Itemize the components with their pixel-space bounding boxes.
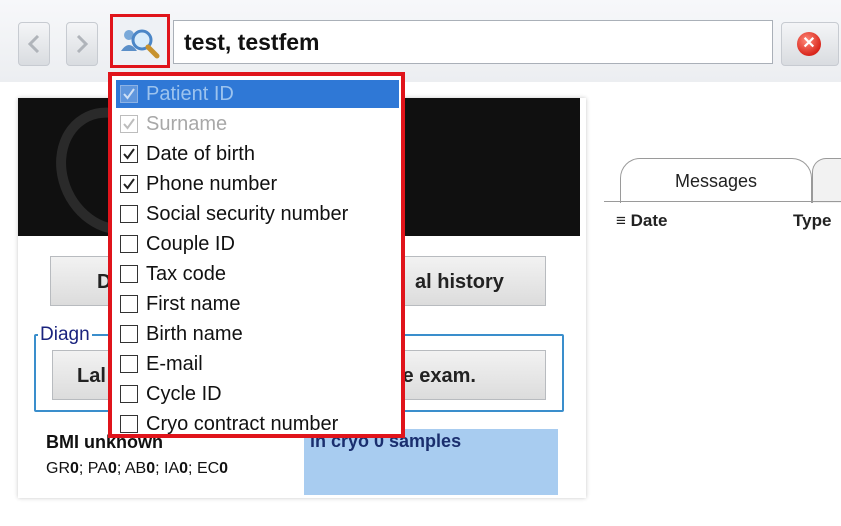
forward-button[interactable] xyxy=(66,22,98,66)
tab-next[interactable] xyxy=(812,158,841,203)
search-input[interactable]: test, testfem xyxy=(173,20,773,64)
checkbox-icon[interactable] xyxy=(120,415,138,433)
checkbox-icon[interactable] xyxy=(120,265,138,283)
search-field-option-label: Cycle ID xyxy=(146,383,222,405)
checkbox-icon[interactable] xyxy=(120,295,138,313)
search-field-option[interactable]: Cycle ID xyxy=(112,380,401,410)
tab-messages[interactable]: Messages xyxy=(620,158,812,203)
search-field-option-label: Tax code xyxy=(146,263,227,285)
search-field-option-label: E-mail xyxy=(146,353,203,375)
clear-search-button[interactable]: ✕ xyxy=(781,22,839,66)
forward-arrow-icon xyxy=(76,35,89,53)
search-field-option[interactable]: Social security number xyxy=(112,200,401,230)
checkbox-icon[interactable] xyxy=(120,235,138,253)
code-pa: PA0 xyxy=(87,460,117,477)
search-field-option: Patient ID xyxy=(116,80,399,108)
diagnostics-legend: Diagn xyxy=(38,324,92,346)
checkbox-checked-icon[interactable] xyxy=(120,145,138,163)
code-gr: GR0 xyxy=(46,460,79,477)
search-toolbar: test, testfem ✕ xyxy=(0,0,841,82)
search-fields-button[interactable] xyxy=(110,14,170,68)
checkbox-icon[interactable] xyxy=(120,355,138,373)
search-field-option[interactable]: Birth name xyxy=(112,320,401,350)
search-field-option[interactable]: First name xyxy=(112,290,401,320)
search-field-option[interactable]: Phone number xyxy=(112,170,401,200)
code-ia: IA0 xyxy=(164,460,189,477)
search-field-option-label: First name xyxy=(146,293,241,315)
column-header-date[interactable]: ≡ Date xyxy=(616,211,668,231)
search-field-option[interactable]: Tax code xyxy=(112,260,401,290)
tab-divider xyxy=(604,201,841,202)
checkbox-checked-icon[interactable] xyxy=(120,175,138,193)
checkbox-checked-icon xyxy=(120,115,138,133)
search-field-option-label: Cryo contract number xyxy=(146,413,339,435)
clear-x-icon: ✕ xyxy=(797,32,821,56)
column-header-type[interactable]: Type xyxy=(793,211,831,231)
code-ec: EC0 xyxy=(196,460,229,477)
back-arrow-icon xyxy=(27,35,40,53)
search-field-option-label: Patient ID xyxy=(146,83,234,105)
search-field-option-label: Birth name xyxy=(146,323,243,345)
search-field-option[interactable]: E-mail xyxy=(112,350,401,380)
search-field-option[interactable]: Couple ID xyxy=(112,230,401,260)
search-field-option-label: Couple ID xyxy=(146,233,235,255)
search-field-option-label: Date of birth xyxy=(146,143,255,165)
fertility-codes: GR0; PA0; AB0; IA0; EC0 xyxy=(46,460,229,477)
search-field-option-label: Phone number xyxy=(146,173,278,195)
checkbox-icon[interactable] xyxy=(120,325,138,343)
search-field-option-label: Social security number xyxy=(146,203,349,225)
magnifier-people-icon xyxy=(121,29,160,59)
column-menu-icon: ≡ xyxy=(616,211,626,230)
search-field-option[interactable]: Cryo contract number xyxy=(112,410,401,440)
checkbox-checked-icon xyxy=(120,85,138,103)
search-field-option[interactable]: Date of birth xyxy=(112,140,401,170)
checkbox-icon[interactable] xyxy=(120,385,138,403)
search-fields-menu: Patient ID Surname Date of birth Phone numb… xyxy=(108,72,405,438)
search-field-option-label: Surname xyxy=(146,113,228,135)
code-ab: AB0 xyxy=(124,460,156,477)
checkbox-icon[interactable] xyxy=(120,205,138,223)
back-button[interactable] xyxy=(18,22,50,66)
search-field-option: Surname xyxy=(112,110,401,140)
